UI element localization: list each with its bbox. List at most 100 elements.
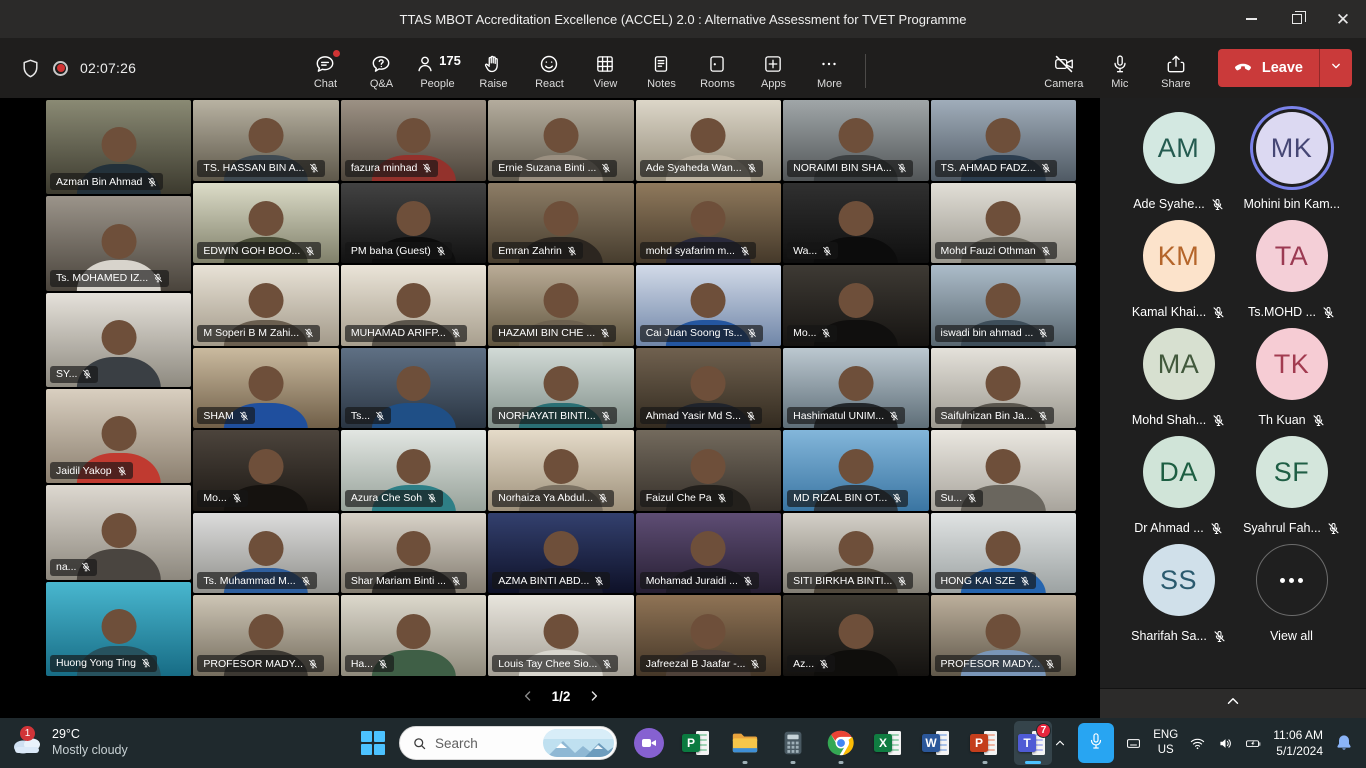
avatar[interactable]: TK [1256, 328, 1328, 400]
notification-bell-icon[interactable] [1334, 733, 1354, 753]
participant-tile[interactable]: Mohd Fauzi Othman [931, 183, 1076, 264]
participant-tile[interactable]: MUHAMAD ARIFP... [341, 265, 486, 346]
people-button[interactable]: 175People [409, 46, 465, 90]
mic-button[interactable]: Mic [1092, 46, 1148, 90]
participant-tile[interactable]: HONG KAI SZE [931, 513, 1076, 594]
participant-tile[interactable]: Ernie Suzana Binti ... [488, 100, 633, 181]
participant-tile[interactable]: Norhaiza Ya Abdul... [488, 430, 633, 511]
participant-tile[interactable]: iswadi bin ahmad ... [931, 265, 1076, 346]
participant-tile[interactable]: Az... [783, 595, 928, 676]
sidebar-participant[interactable]: TATs.MOHD ... [1235, 220, 1348, 320]
participant-tile[interactable]: Ade Syaheda Wan... [636, 100, 781, 181]
video-chat-app-taskbar-button[interactable] [630, 721, 668, 765]
participant-tile[interactable]: Ahmad Yasir Md S... [636, 348, 781, 429]
participant-tile[interactable]: Azman Bin Ahmad [46, 100, 191, 194]
hidden-icons-button[interactable] [1053, 736, 1067, 750]
rooms-button[interactable]: Rooms [689, 46, 745, 90]
participant-tile[interactable]: HAZAMI BIN CHE ... [488, 265, 633, 346]
participant-tile[interactable]: PROFESOR MADY... [931, 595, 1076, 676]
start-button[interactable] [360, 730, 386, 756]
sidebar-participant[interactable]: SFSyahrul Fah... [1235, 436, 1348, 536]
security-shield-icon[interactable] [20, 58, 41, 79]
participant-tile[interactable]: Cai Juan Soong Ts... [636, 265, 781, 346]
participant-tile[interactable]: Louis Tay Chee Sio... [488, 595, 633, 676]
search-box[interactable] [399, 726, 617, 760]
qa-button[interactable]: Q&A [353, 46, 409, 90]
avatar[interactable]: SS [1143, 544, 1215, 616]
camera-button[interactable]: Camera [1036, 46, 1092, 90]
participant-tile[interactable]: M Soperi B M Zahi... [193, 265, 338, 346]
participant-tile[interactable]: mohd syafarim m... [636, 183, 781, 264]
raise-button[interactable]: Raise [465, 46, 521, 90]
word-taskbar-button[interactable]: W [918, 721, 956, 765]
mic-in-use-button[interactable] [1078, 723, 1114, 763]
excel-taskbar-button[interactable]: X [870, 721, 908, 765]
participant-tile[interactable]: Huong Yong Ting [46, 582, 191, 676]
avatar[interactable]: TA [1256, 220, 1328, 292]
previous-page-button[interactable] [520, 688, 536, 704]
participant-tile[interactable]: Emran Zahrin [488, 183, 633, 264]
participant-tile[interactable]: Faizul Che Pa [636, 430, 781, 511]
participant-tile[interactable]: SITI BIRKHA BINTI... [783, 513, 928, 594]
participant-tile[interactable]: PM baha (Guest) [341, 183, 486, 264]
restore-button[interactable] [1274, 0, 1320, 38]
wifi-icon[interactable] [1189, 735, 1206, 752]
touch-keyboard-button[interactable] [1125, 735, 1142, 752]
participant-tile[interactable]: NORAIMI BIN SHA... [783, 100, 928, 181]
participant-tile[interactable]: fazura minhad [341, 100, 486, 181]
participant-tile[interactable]: SHAM [193, 348, 338, 429]
sidebar-participant[interactable]: KMKamal Khai... [1122, 220, 1235, 320]
volume-icon[interactable] [1217, 735, 1234, 752]
chat-button[interactable]: Chat [297, 46, 353, 90]
chrome-taskbar-button[interactable] [822, 721, 860, 765]
participant-tile[interactable]: Mohamad Juraidi ... [636, 513, 781, 594]
participant-tile[interactable]: Azura Che Soh [341, 430, 486, 511]
participant-tile[interactable]: Shar Mariam Binti ... [341, 513, 486, 594]
participant-tile[interactable]: TS. HASSAN BIN A... [193, 100, 338, 181]
leave-button[interactable]: Leave [1218, 49, 1319, 87]
participant-tile[interactable]: Ts. MOHAMED IZ... [46, 196, 191, 290]
sidebar-collapse-button[interactable] [1100, 688, 1366, 718]
avatar[interactable]: SF [1256, 436, 1328, 508]
weather-widget[interactable]: 1 29°C Mostly cloudy [0, 727, 360, 758]
participant-tile[interactable]: Mo... [783, 265, 928, 346]
avatar[interactable]: DA [1143, 436, 1215, 508]
participant-tile[interactable]: EDWIN GOH BOO... [193, 183, 338, 264]
participant-tile[interactable]: Mo... [193, 430, 338, 511]
apps-button[interactable]: Apps [745, 46, 801, 90]
search-input[interactable] [435, 736, 535, 751]
sidebar-participant[interactable]: MKMohini bin Kam... [1235, 112, 1348, 212]
participant-tile[interactable]: Ha... [341, 595, 486, 676]
participant-tile[interactable]: TS. AHMAD FADZ... [931, 100, 1076, 181]
view-all-button[interactable]: View all [1235, 544, 1348, 644]
more-button[interactable]: More [801, 46, 857, 90]
react-button[interactable]: React [521, 46, 577, 90]
notes-button[interactable]: Notes [633, 46, 689, 90]
calculator-taskbar-button[interactable] [774, 721, 812, 765]
sidebar-participant[interactable]: DADr Ahmad ... [1122, 436, 1235, 536]
participant-tile[interactable]: Ts... [341, 348, 486, 429]
avatar[interactable]: MK [1256, 112, 1328, 184]
powerpoint-taskbar-button[interactable]: P [966, 721, 1004, 765]
language-switcher[interactable]: ENGUS [1153, 728, 1178, 758]
participant-tile[interactable]: SY... [46, 293, 191, 387]
participant-tile[interactable]: Su... [931, 430, 1076, 511]
sidebar-participant[interactable]: AMAde Syahe... [1122, 112, 1235, 212]
participant-tile[interactable]: PROFESOR MADY... [193, 595, 338, 676]
participant-tile[interactable]: Wa... [783, 183, 928, 264]
clock[interactable]: 11:06 AM 5/1/2024 [1273, 727, 1323, 759]
participant-tile[interactable]: AZMA BINTI ABD... [488, 513, 633, 594]
participant-tile[interactable]: Saifulnizan Bin Ja... [931, 348, 1076, 429]
participant-tile[interactable]: NORHAYATI BINTI... [488, 348, 633, 429]
minimize-button[interactable] [1228, 0, 1274, 38]
teams-taskbar-button[interactable]: T7 [1014, 721, 1052, 765]
participant-tile[interactable]: Jafreezal B Jaafar -... [636, 595, 781, 676]
avatar[interactable]: MA [1143, 328, 1215, 400]
leave-options-button[interactable] [1320, 49, 1352, 87]
file-explorer-taskbar-button[interactable] [726, 721, 764, 765]
participant-tile[interactable]: Hashimatul UNIM... [783, 348, 928, 429]
next-page-button[interactable] [586, 688, 602, 704]
participant-tile[interactable]: na... [46, 485, 191, 579]
participant-tile[interactable]: Jaidil Yakop [46, 389, 191, 483]
view-button[interactable]: View [577, 46, 633, 90]
